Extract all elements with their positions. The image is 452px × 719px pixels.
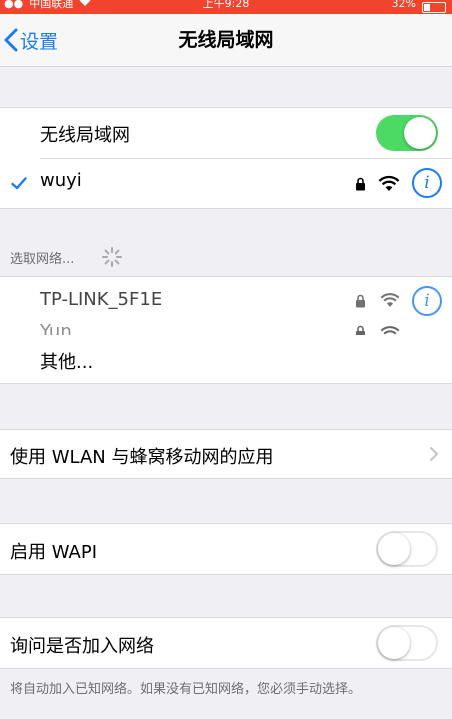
apps-using-wlan-label: 使用 WLAN 与蜂窝移动网的应用 <box>10 447 274 468</box>
lock-icon <box>356 294 365 308</box>
battery-percent: 32% <box>391 0 416 10</box>
wifi-icon <box>380 293 400 307</box>
navigation-bar: 设置 无线局域网 <box>0 14 452 67</box>
status-bar: ●● 中国联通 上午9:28 32% <box>0 0 452 14</box>
wlan-group: 无线局域网 wuyi i <box>0 107 452 209</box>
ask-to-join-footer: 将自动加入已知网络。如果没有已知网络，您必须手动选择。 <box>10 682 362 697</box>
lock-icon <box>356 325 365 335</box>
status-time: 上午9:28 <box>202 0 250 10</box>
info-icon[interactable]: i <box>412 168 442 198</box>
connected-network-row[interactable]: wuyi i <box>0 159 452 208</box>
checkmark-icon <box>11 177 27 190</box>
chevron-right-icon <box>430 447 438 461</box>
connected-network-name: wuyi <box>40 170 82 191</box>
network-row[interactable]: TP-LINK_5F1E i <box>0 277 452 323</box>
network-list-group: TP-LINK_5F1E i Yun 其他... <box>0 276 452 384</box>
page-title: 无线局域网 <box>178 29 274 51</box>
ask-to-join-row: 询问是否加入网络 <box>0 617 452 669</box>
spinner-icon <box>102 247 122 267</box>
ask-to-join-label: 询问是否加入网络 <box>10 636 154 657</box>
network-name: TP-LINK_5F1E <box>40 289 163 310</box>
network-name: Yun <box>40 321 72 335</box>
wapi-label: 启用 WAPI <box>10 542 98 563</box>
battery-icon <box>422 1 446 13</box>
lock-icon <box>356 177 365 191</box>
wlan-toggle[interactable] <box>376 115 438 151</box>
ask-to-join-toggle[interactable] <box>376 625 438 661</box>
other-network-row[interactable]: 其他... <box>0 335 452 383</box>
apps-using-wlan-row[interactable]: 使用 WLAN 与蜂窝移动网的应用 <box>0 429 452 479</box>
wapi-row: 启用 WAPI <box>0 523 452 575</box>
wifi-icon <box>378 175 400 191</box>
network-row[interactable]: Yun <box>0 319 452 335</box>
wifi-icon <box>380 326 400 335</box>
other-network-label: 其他... <box>40 352 94 373</box>
wapi-toggle[interactable] <box>376 531 438 567</box>
wlan-toggle-label: 无线局域网 <box>40 125 130 146</box>
choose-network-caption: 选取网络... <box>10 252 75 267</box>
wlan-toggle-row: 无线局域网 <box>0 108 452 158</box>
info-icon[interactable]: i <box>412 286 442 316</box>
